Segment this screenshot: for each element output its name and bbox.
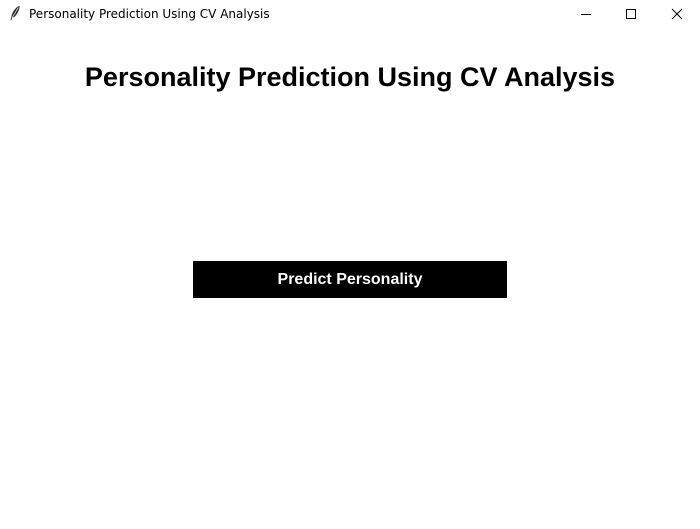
feather-icon (9, 5, 21, 21)
app-window: Personality Prediction Using CV Analysis… (0, 0, 700, 529)
minimize-icon (580, 5, 592, 24)
window-title: Personality Prediction Using CV Analysis (29, 7, 270, 21)
predict-personality-label: Predict Personality (277, 270, 423, 288)
maximize-icon (625, 5, 637, 24)
minimize-button[interactable] (563, 0, 609, 28)
predict-personality-button[interactable]: Predict Personality (193, 261, 507, 298)
maximize-button[interactable] (608, 0, 654, 28)
close-icon (671, 5, 683, 24)
title-bar[interactable]: Personality Prediction Using CV Analysis (0, 0, 700, 28)
page-title: Personality Prediction Using CV Analysis (84, 62, 616, 92)
close-button[interactable] (654, 0, 700, 28)
